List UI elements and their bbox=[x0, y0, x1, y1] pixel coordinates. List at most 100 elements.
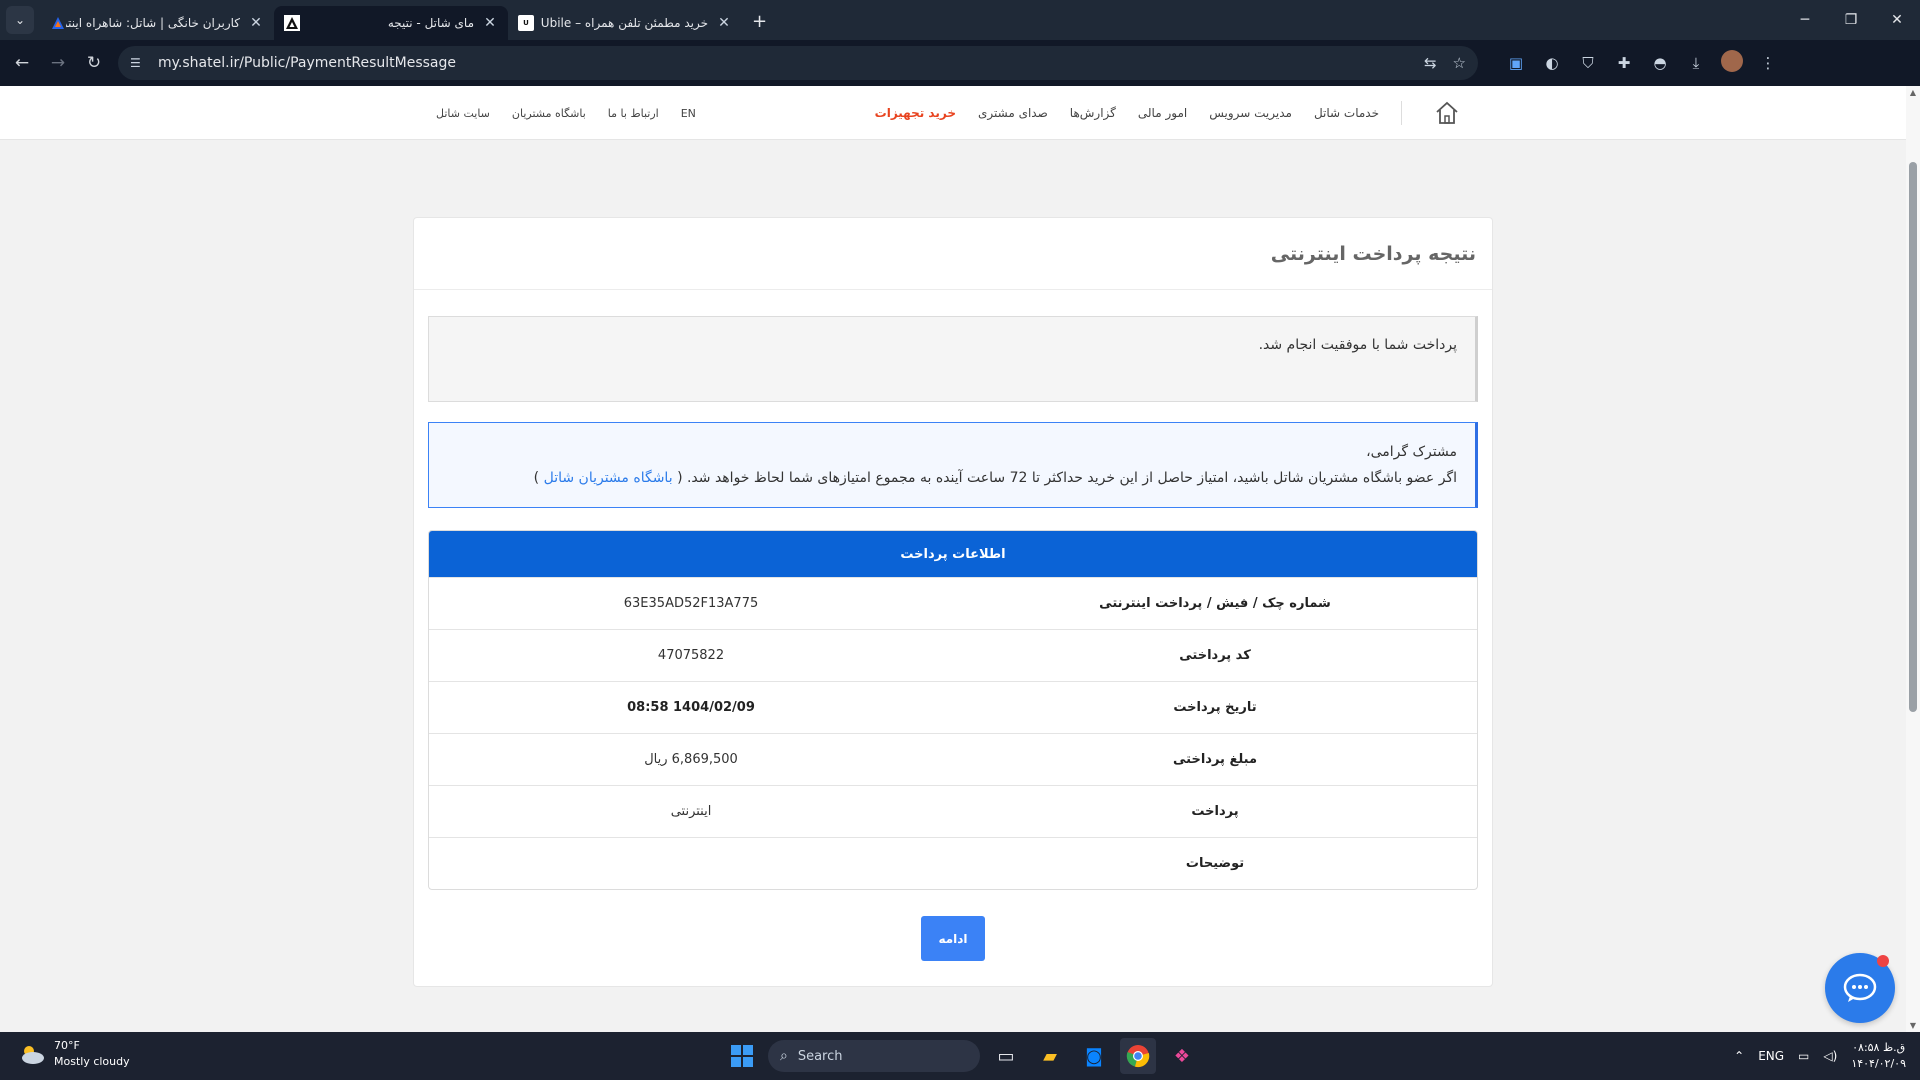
url-text: my.shatel.ir/Public/PaymentResultMessage bbox=[158, 55, 456, 71]
bookmark-star-icon[interactable]: ☆ bbox=[1453, 54, 1466, 72]
file-explorer-icon[interactable]: ▰ bbox=[1032, 1038, 1068, 1074]
tray-chevron-icon[interactable]: ⌃ bbox=[1734, 1049, 1744, 1063]
volume-icon[interactable]: ◁) bbox=[1823, 1049, 1837, 1063]
weather-widget[interactable]: 70°F Mostly cloudy bbox=[18, 1038, 130, 1070]
home-icon[interactable] bbox=[1434, 100, 1460, 126]
browser-tab-strip: ⌄ کاربران خانگی | شاتل: شاهراه اینترنت ✕… bbox=[0, 0, 1920, 40]
windows-start-icon[interactable] bbox=[724, 1038, 760, 1074]
customer-club-link[interactable]: باشگاه مشتریان شاتل bbox=[544, 470, 673, 486]
tab-title: کاربران خانگی | شاتل: شاهراه اینترنت bbox=[66, 16, 240, 30]
row-label: تاریخ پرداخت bbox=[1173, 700, 1257, 715]
customer-club-notice: مشترک گرامی، اگر عضو باشگاه مشتریان شاتل… bbox=[428, 422, 1478, 508]
nav-english[interactable]: EN bbox=[681, 107, 696, 120]
chrome-icon[interactable] bbox=[1120, 1038, 1156, 1074]
row-value: 08:58 1404/02/09 bbox=[627, 700, 755, 715]
pinned-app-icon[interactable]: ❖ bbox=[1164, 1038, 1200, 1074]
table-header: اطلاعات پرداخت bbox=[429, 531, 1477, 577]
ubile-favicon-icon: U bbox=[518, 15, 534, 31]
chat-support-button[interactable] bbox=[1825, 953, 1895, 1023]
forward-icon[interactable]: → bbox=[40, 45, 76, 81]
table-row: شماره چک / فیش / پرداخت اینترنتی 63E35AD… bbox=[429, 577, 1477, 629]
notice-close-paren: ) bbox=[533, 470, 540, 486]
page-title: نتیجه پرداخت اینترنتی bbox=[414, 218, 1492, 290]
nav-shatel-site[interactable]: سایت شاتل bbox=[436, 107, 490, 120]
page-scrollbar[interactable]: ▲ ▼ bbox=[1906, 86, 1920, 1032]
site-header: خدمات شاتل مدیریت سرویس امور مالی گزارش‌… bbox=[0, 86, 1906, 140]
translate-icon[interactable]: ⇆ bbox=[1424, 54, 1437, 72]
close-window-icon[interactable]: ✕ bbox=[1874, 0, 1920, 40]
browser-tab-shatel-home[interactable]: کاربران خانگی | شاتل: شاهراه اینترنت ✕ bbox=[40, 6, 274, 40]
myshatel-favicon-icon bbox=[284, 15, 300, 31]
task-view-icon[interactable]: ▭ bbox=[988, 1038, 1024, 1074]
nav-reports[interactable]: گزارش‌ها bbox=[1070, 106, 1116, 120]
row-label: مبلغ پرداختی bbox=[1173, 752, 1257, 767]
address-bar[interactable]: ☰ my.shatel.ir/Public/PaymentResultMessa… bbox=[118, 46, 1478, 80]
browser-toolbar: ← → ↻ ☰ my.shatel.ir/Public/PaymentResul… bbox=[0, 40, 1920, 86]
tab-title: خرید مطمئن تلفن همراه – Ubile bbox=[540, 16, 708, 30]
row-value: اینترنتی bbox=[670, 804, 712, 819]
reload-icon[interactable]: ↻ bbox=[76, 45, 112, 81]
table-row: تاریخ پرداخت 08:58 1404/02/09 bbox=[429, 681, 1477, 733]
tab-close-icon[interactable]: ✕ bbox=[248, 15, 264, 31]
notification-badge bbox=[1877, 955, 1889, 967]
shatel-favicon-icon bbox=[50, 15, 66, 31]
browser-menu-icon[interactable]: ⋮ bbox=[1750, 54, 1786, 72]
success-message: پرداخت شما با موفقیت انجام شد. bbox=[428, 316, 1478, 402]
new-tab-button[interactable]: + bbox=[742, 11, 777, 40]
windows-taskbar: 70°F Mostly cloudy ⌕ Search ▭ ▰ ◙ ❖ ⌃ EN… bbox=[0, 1032, 1920, 1080]
restore-icon[interactable]: ❐ bbox=[1828, 0, 1874, 40]
tab-close-icon[interactable]: ✕ bbox=[716, 15, 732, 31]
nav-customer-voice[interactable]: صدای مشتری bbox=[978, 106, 1048, 120]
scroll-down-icon[interactable]: ▼ bbox=[1906, 1021, 1920, 1030]
incognito-icon[interactable]: ◓ bbox=[1642, 54, 1678, 72]
system-tray: ⌃ ENG ▭ ◁) ۰۸:۵۸ ق.ظ ۱۴۰۴/۰۲/۰۹ bbox=[1734, 1038, 1906, 1074]
main-nav: خدمات شاتل مدیریت سرویس امور مالی گزارش‌… bbox=[875, 86, 1460, 140]
nav-service-management[interactable]: مدیریت سرویس bbox=[1209, 106, 1292, 120]
back-icon[interactable]: ← bbox=[4, 45, 40, 81]
taskbar-search[interactable]: ⌕ Search bbox=[768, 1040, 980, 1072]
extension-circle-icon[interactable]: ◐ bbox=[1534, 54, 1570, 72]
top-nav: EN ارتباط با ما باشگاه مشتریان سایت شاتل bbox=[436, 86, 696, 140]
nav-financial[interactable]: امور مالی bbox=[1138, 106, 1187, 120]
notice-body: اگر عضو باشگاه مشتریان شاتل باشید، امتیا… bbox=[677, 470, 1457, 486]
window-controls: ─ ❐ ✕ bbox=[1782, 0, 1920, 40]
cloudy-weather-icon bbox=[22, 1046, 44, 1064]
download-icon[interactable]: ⤓ bbox=[1678, 54, 1714, 72]
clock-date: ۱۴۰۴/۰۲/۰۹ bbox=[1851, 1057, 1906, 1070]
outlook-icon[interactable]: ◙ bbox=[1076, 1038, 1112, 1074]
nav-buy-equipment[interactable]: خرید تجهیزات bbox=[875, 106, 956, 120]
continue-button[interactable]: ادامه bbox=[921, 916, 985, 961]
scrollbar-thumb[interactable] bbox=[1909, 162, 1917, 712]
row-label: توضیحات bbox=[1185, 856, 1245, 871]
clock-time: ۰۸:۵۸ ق.ظ bbox=[1852, 1041, 1906, 1054]
search-icon: ⌕ bbox=[780, 1048, 788, 1064]
language-indicator[interactable]: ENG bbox=[1758, 1049, 1784, 1063]
nav-shatel-services[interactable]: خدمات شاتل bbox=[1314, 106, 1379, 120]
weather-temp: 70°F bbox=[54, 1039, 80, 1052]
network-icon[interactable]: ▭ bbox=[1798, 1049, 1809, 1063]
tab-close-icon[interactable]: ✕ bbox=[482, 15, 498, 31]
nav-divider bbox=[1401, 101, 1402, 125]
search-label: Search bbox=[797, 1048, 843, 1064]
browser-tab-ubile[interactable]: U خرید مطمئن تلفن همراه – Ubile ✕ bbox=[508, 6, 742, 40]
nav-contact-us[interactable]: ارتباط با ما bbox=[608, 107, 659, 120]
profile-avatar[interactable] bbox=[1714, 50, 1750, 76]
chat-bubble-icon bbox=[1843, 973, 1877, 1002]
minimize-icon[interactable]: ─ bbox=[1782, 0, 1828, 40]
nav-customer-club[interactable]: باشگاه مشتریان bbox=[512, 107, 586, 120]
site-info-icon[interactable]: ☰ bbox=[130, 56, 148, 70]
table-row: کد پرداختی 47075822 bbox=[429, 629, 1477, 681]
scroll-up-icon[interactable]: ▲ bbox=[1906, 88, 1920, 97]
shield-extension-icon[interactable]: ⛉ bbox=[1570, 54, 1606, 72]
tab-search-button[interactable]: ⌄ bbox=[6, 6, 34, 34]
tab-title: مای شاتل - نتیجه bbox=[387, 16, 474, 30]
clock[interactable]: ۰۸:۵۸ ق.ظ ۱۴۰۴/۰۲/۰۹ bbox=[1851, 1040, 1906, 1072]
table-row: پرداخت اینترنتی bbox=[429, 785, 1477, 837]
row-value: 47075822 bbox=[657, 648, 725, 663]
browser-tab-myshatel[interactable]: مای شاتل - نتیجه ✕ bbox=[274, 6, 508, 40]
sidepanel-icon[interactable]: ▣ bbox=[1498, 54, 1534, 72]
row-label: پرداخت bbox=[1191, 804, 1239, 819]
notice-greeting: مشترک گرامی، bbox=[1366, 444, 1457, 460]
row-value bbox=[429, 838, 953, 889]
extensions-puzzle-icon[interactable]: ✚ bbox=[1606, 54, 1642, 72]
